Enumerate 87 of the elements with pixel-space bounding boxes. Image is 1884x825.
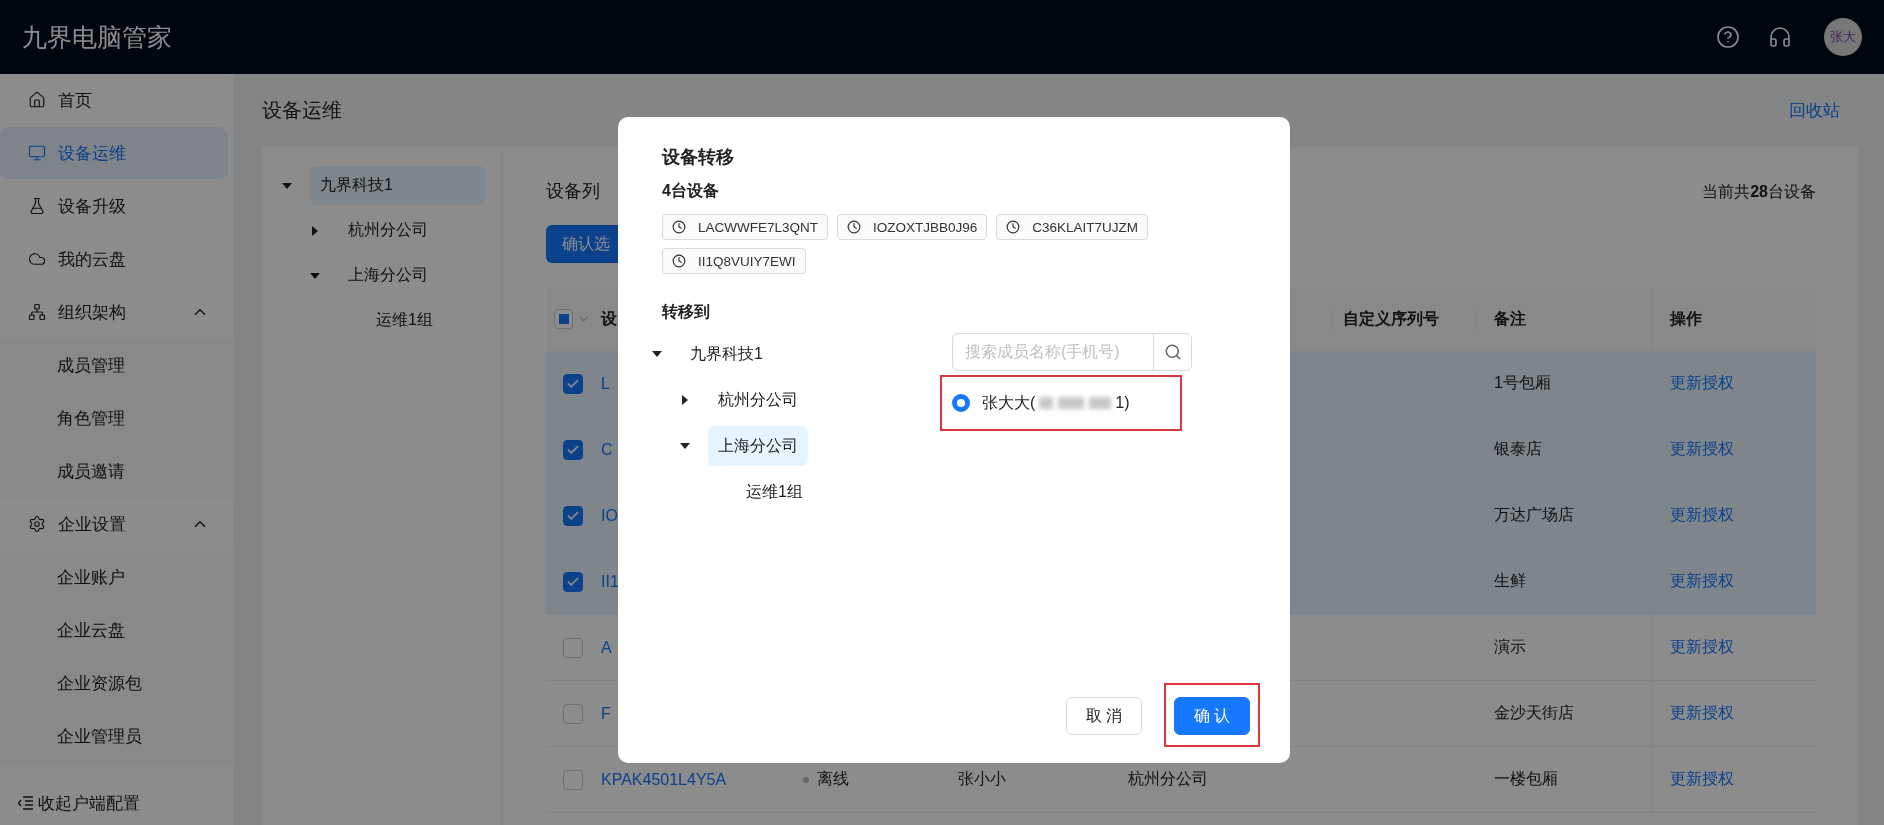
device-count: 4台设备 — [662, 181, 720, 201]
device-link[interactable]: F — [601, 704, 611, 723]
caret-down-icon[interactable] — [680, 441, 690, 451]
update-license-link[interactable]: 更新授权 — [1651, 681, 1816, 746]
page-title: 设备运维 — [262, 98, 342, 123]
sidebar-subitem[interactable]: 企业管理员 — [0, 710, 233, 763]
home-icon — [28, 91, 46, 109]
device-tag: IOZOXTJBB0J96 — [837, 214, 988, 240]
table-cell-text: 万达广场店 — [1493, 505, 1575, 525]
cloud-icon — [28, 250, 46, 268]
member-name: 张大大( — [982, 392, 1036, 413]
sidebar-subitem[interactable]: 企业账户 — [0, 551, 233, 604]
list-title: 设备列 — [546, 180, 600, 203]
app-title: 九界电脑管家 — [22, 21, 172, 53]
tree-node[interactable]: 运维1组 — [366, 301, 485, 340]
device-tag: II1Q8VUIY7EWI — [662, 248, 806, 274]
collapse-icon — [18, 796, 34, 810]
table-cell-text: 杭州分公司 — [1127, 769, 1209, 789]
status-dot — [803, 776, 809, 783]
select-all-checkbox[interactable] — [554, 309, 574, 329]
clock-icon — [672, 254, 686, 268]
row-checkbox[interactable] — [562, 637, 583, 658]
member-radio[interactable] — [952, 394, 970, 412]
member-search-field[interactable]: 搜索成员名称(手机号) — [953, 334, 1153, 370]
device-total: 当前共28台设备 — [1702, 182, 1816, 202]
tree-node[interactable]: 杭州分公司 — [708, 380, 808, 420]
update-license-link[interactable]: 更新授权 — [1651, 747, 1816, 812]
tree-node[interactable]: 运维1组 — [736, 472, 813, 512]
row-checkbox[interactable] — [562, 769, 583, 790]
search-icon — [1163, 343, 1182, 361]
sidebar-subitem[interactable]: 企业资源包 — [0, 657, 233, 710]
clock-icon — [847, 220, 862, 234]
tree-node[interactable]: 上海分公司 — [338, 256, 485, 295]
table-cell-text: 演示 — [1493, 637, 1527, 657]
sidebar-item[interactable]: 首页 — [0, 74, 233, 126]
search-box[interactable]: 搜索成员名称(手机号) — [952, 333, 1192, 371]
clock-icon — [1006, 220, 1021, 234]
sidebar-subitem[interactable]: 成员管理 — [0, 339, 233, 392]
tree-node[interactable]: 九界科技1 — [310, 166, 485, 205]
sidebar-item[interactable]: 设备升级 — [0, 180, 233, 232]
device-tag: C36KLAIT7UJZM — [996, 214, 1149, 240]
user-avatar[interactable]: 张大 — [1824, 18, 1862, 56]
settings-icon — [28, 515, 46, 533]
column-header: 自定义序列号 — [1343, 308, 1439, 329]
sidebar-subitem[interactable]: 企业云盘 — [0, 604, 233, 657]
device-link[interactable]: KPAK4501L4Y5A — [601, 770, 727, 789]
sidebar-subitem[interactable]: 成员邀请 — [0, 445, 233, 498]
update-license-link[interactable]: 更新授权 — [1651, 615, 1816, 680]
table-cell-text: 张小小 — [957, 769, 1007, 789]
status-text: 离线 — [817, 769, 849, 789]
search-button[interactable] — [1153, 334, 1191, 370]
table-cell-text: 金沙天街店 — [1493, 703, 1575, 723]
dialog-title: 设备转移 — [662, 146, 735, 169]
sidebar-item[interactable]: 我的云盘 — [0, 233, 233, 285]
flask-icon — [28, 197, 46, 215]
clock-icon — [672, 220, 686, 234]
sidebar-item[interactable]: 户端配置 — [72, 791, 140, 815]
row-checkbox[interactable] — [562, 505, 583, 526]
row-checkbox[interactable] — [562, 571, 583, 592]
table-cell-text: 银泰店 — [1493, 439, 1543, 459]
cancel-button[interactable]: 取 消 — [1066, 697, 1142, 735]
table-cell-text: 生鲜 — [1493, 571, 1527, 591]
table-cell-text: 1号包厢 — [1493, 373, 1552, 393]
device-link[interactable]: A — [601, 638, 612, 657]
monitor-icon — [28, 144, 46, 162]
device-tag: LACWWFE7L3QNT — [662, 214, 829, 240]
org-chart-icon — [28, 303, 46, 321]
caret-down-icon[interactable] — [652, 349, 662, 359]
tree-node[interactable]: 上海分公司 — [708, 426, 808, 466]
column-header: 备注 — [1494, 308, 1526, 329]
help-icon[interactable] — [1716, 25, 1740, 49]
column-header: 设 — [601, 308, 617, 329]
table-cell-text: 一楼包厢 — [1493, 769, 1559, 789]
caret-right-icon[interactable] — [680, 395, 690, 405]
section-label: 转移到 — [662, 302, 711, 322]
sidebar-item[interactable]: 企业设置 — [0, 498, 233, 550]
row-checkbox[interactable] — [562, 373, 583, 394]
headset-icon[interactable] — [1768, 25, 1792, 49]
row-checkbox[interactable] — [562, 703, 583, 724]
column-header: 操作 — [1670, 308, 1702, 329]
sidebar-item[interactable]: 组织架构 — [0, 286, 233, 338]
sidebar-subitem[interactable]: 角色管理 — [0, 392, 233, 445]
confirm-button[interactable]: 确 认 — [1174, 697, 1250, 735]
row-checkbox[interactable] — [562, 439, 583, 460]
tree-node[interactable]: 九界科技1 — [680, 334, 773, 374]
member-name-end: 1) — [1115, 394, 1130, 412]
tree-node[interactable]: 杭州分公司 — [338, 211, 485, 250]
